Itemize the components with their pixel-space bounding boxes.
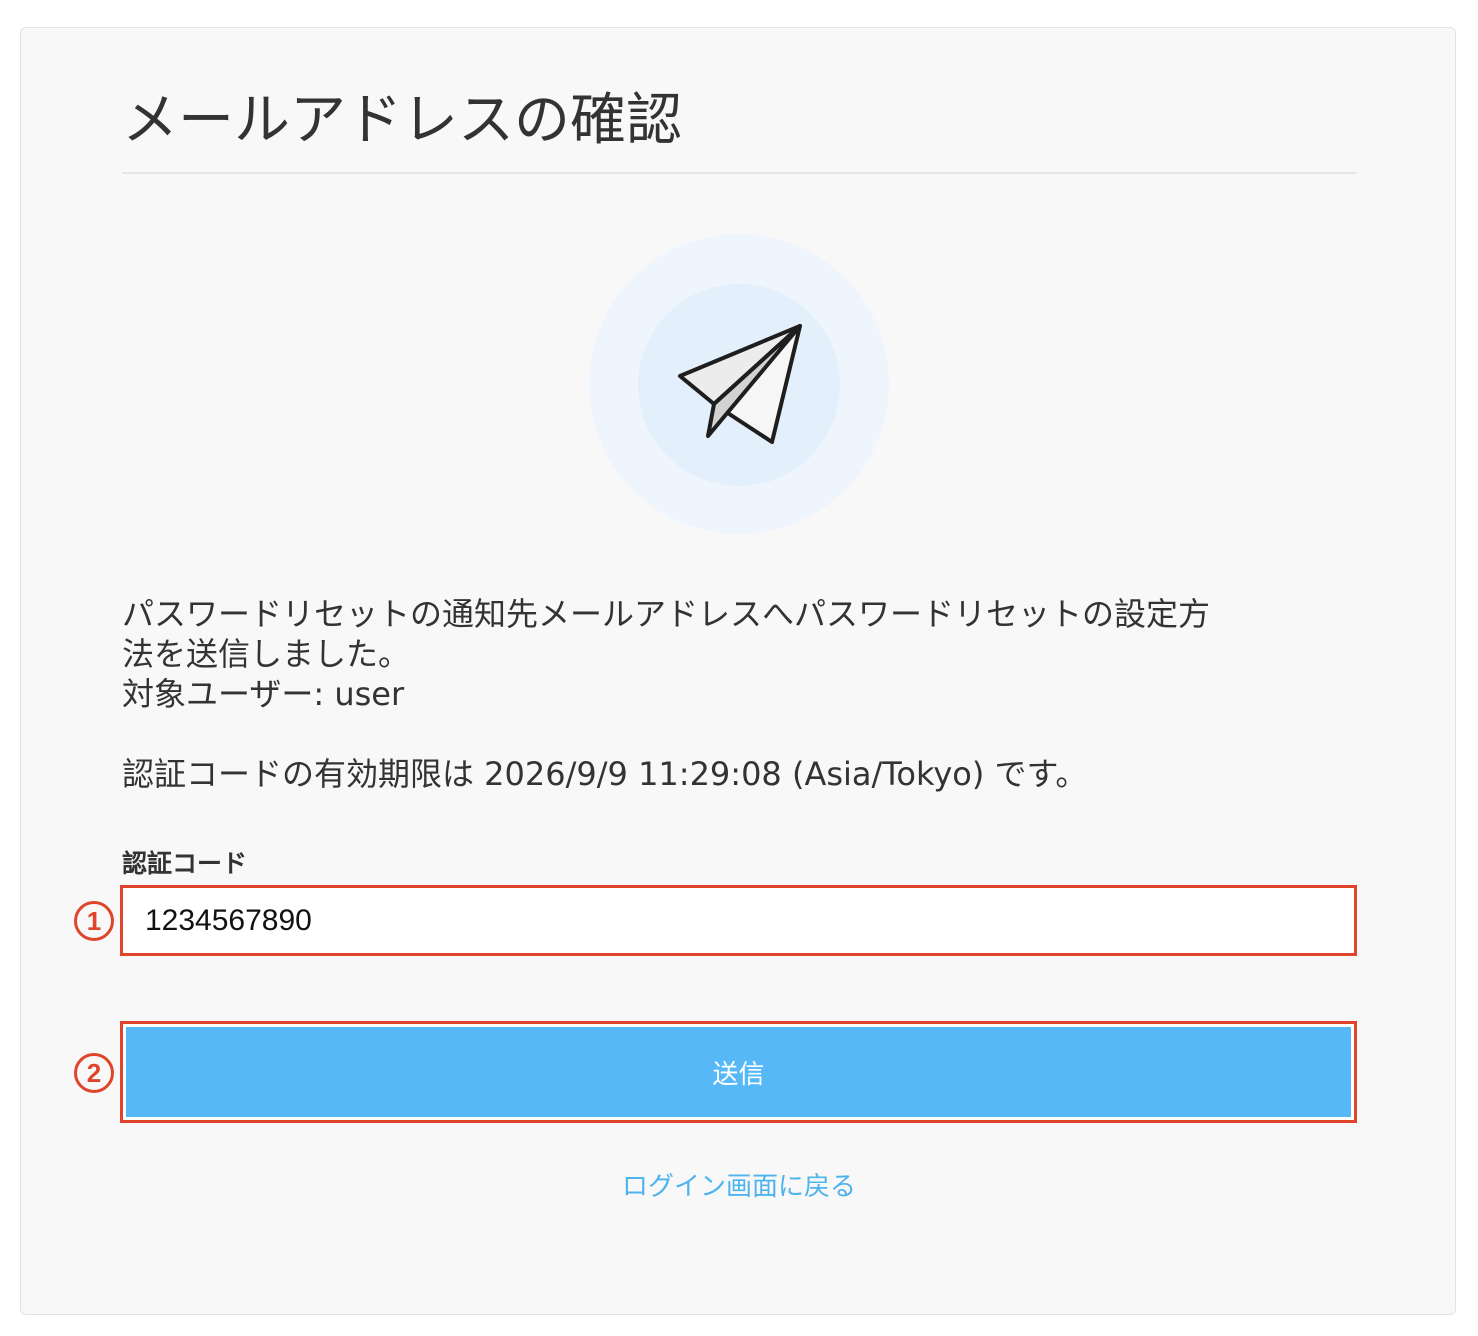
title-divider [122,172,1356,174]
message-line-1: パスワードリセットの通知先メールアドレスへパスワードリセットの設定方 [122,595,1211,633]
submit-button-highlight: 送信 [120,1021,1357,1123]
annotation-marker-2: 2 [74,1053,114,1093]
back-to-login-link[interactable]: ログイン画面に戻る [0,1170,1478,1204]
expiry-text: 認証コードの有効期限は 2026/9/9 11:29:08 (Asia/Toky… [122,755,1088,793]
submit-button[interactable]: 送信 [126,1027,1351,1117]
message-line-2: 法を送信しました。 [122,635,411,673]
target-user-text: 対象ユーザー: user [122,675,405,713]
verification-code-input[interactable] [123,888,1354,953]
code-label: 認証コード [122,849,248,878]
code-input-highlight [120,885,1357,956]
paper-plane-icon [678,324,802,444]
page-title: メールアドレスの確認 [122,88,682,153]
annotation-marker-1: 1 [74,901,114,941]
